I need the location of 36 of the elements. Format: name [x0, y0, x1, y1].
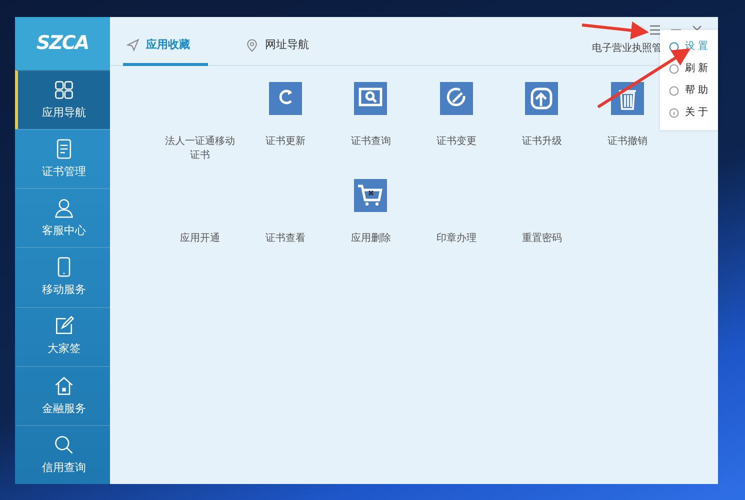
- app-label[interactable]: 证书变更: [420, 135, 492, 149]
- apps-grid-icon: [53, 78, 75, 101]
- annotation-arrow: [582, 21, 649, 40]
- app-label[interactable]: 应用删除: [334, 232, 407, 246]
- app-label[interactable]: 法人一证通移动证书: [164, 135, 236, 163]
- cart-icon[interactable]: [354, 179, 388, 212]
- tab[interactable]: 网址导航: [242, 36, 327, 66]
- app-label[interactable]: 印章办理: [420, 232, 492, 246]
- app-label[interactable]: 证书升级: [506, 135, 578, 149]
- sidebar-item[interactable]: 金融服务: [15, 366, 110, 425]
- app-label[interactable]: 证书撤销: [591, 135, 664, 149]
- app-label[interactable]: 证书查询: [334, 135, 407, 149]
- menu-icon[interactable]: [649, 24, 661, 36]
- tab[interactable]: 应用收藏: [123, 36, 208, 66]
- sidebar-item[interactable]: 应用导航: [15, 70, 110, 130]
- person-icon: [53, 197, 75, 220]
- sidebar-item[interactable]: 信用查询: [15, 424, 110, 484]
- app-label[interactable]: 应用开通: [164, 232, 236, 246]
- info-icon: [669, 108, 679, 118]
- sidebar-item[interactable]: 移动服务: [15, 247, 110, 307]
- search-icon: [53, 434, 75, 456]
- magnifier-screen-icon[interactable]: [354, 82, 388, 115]
- app-label[interactable]: 证书更新: [249, 135, 322, 149]
- app-label[interactable]: 重置密码: [506, 232, 578, 246]
- trash-icon[interactable]: [610, 82, 644, 115]
- location-pin-icon: [245, 38, 259, 52]
- house-icon: [53, 374, 75, 397]
- menu-item[interactable]: 刷 新: [660, 58, 718, 80]
- send-icon: [126, 38, 140, 52]
- menu-item[interactable]: 帮 助: [660, 80, 718, 102]
- logo: SZCA: [15, 17, 110, 70]
- sidebar-item[interactable]: 证书管理: [15, 129, 110, 188]
- sidebar-item[interactable]: 大家签: [15, 306, 110, 366]
- sidebar-item[interactable]: 客服中心: [15, 188, 110, 248]
- menu-item[interactable]: 关 于: [660, 102, 718, 124]
- app-label[interactable]: 证书查看: [249, 232, 322, 246]
